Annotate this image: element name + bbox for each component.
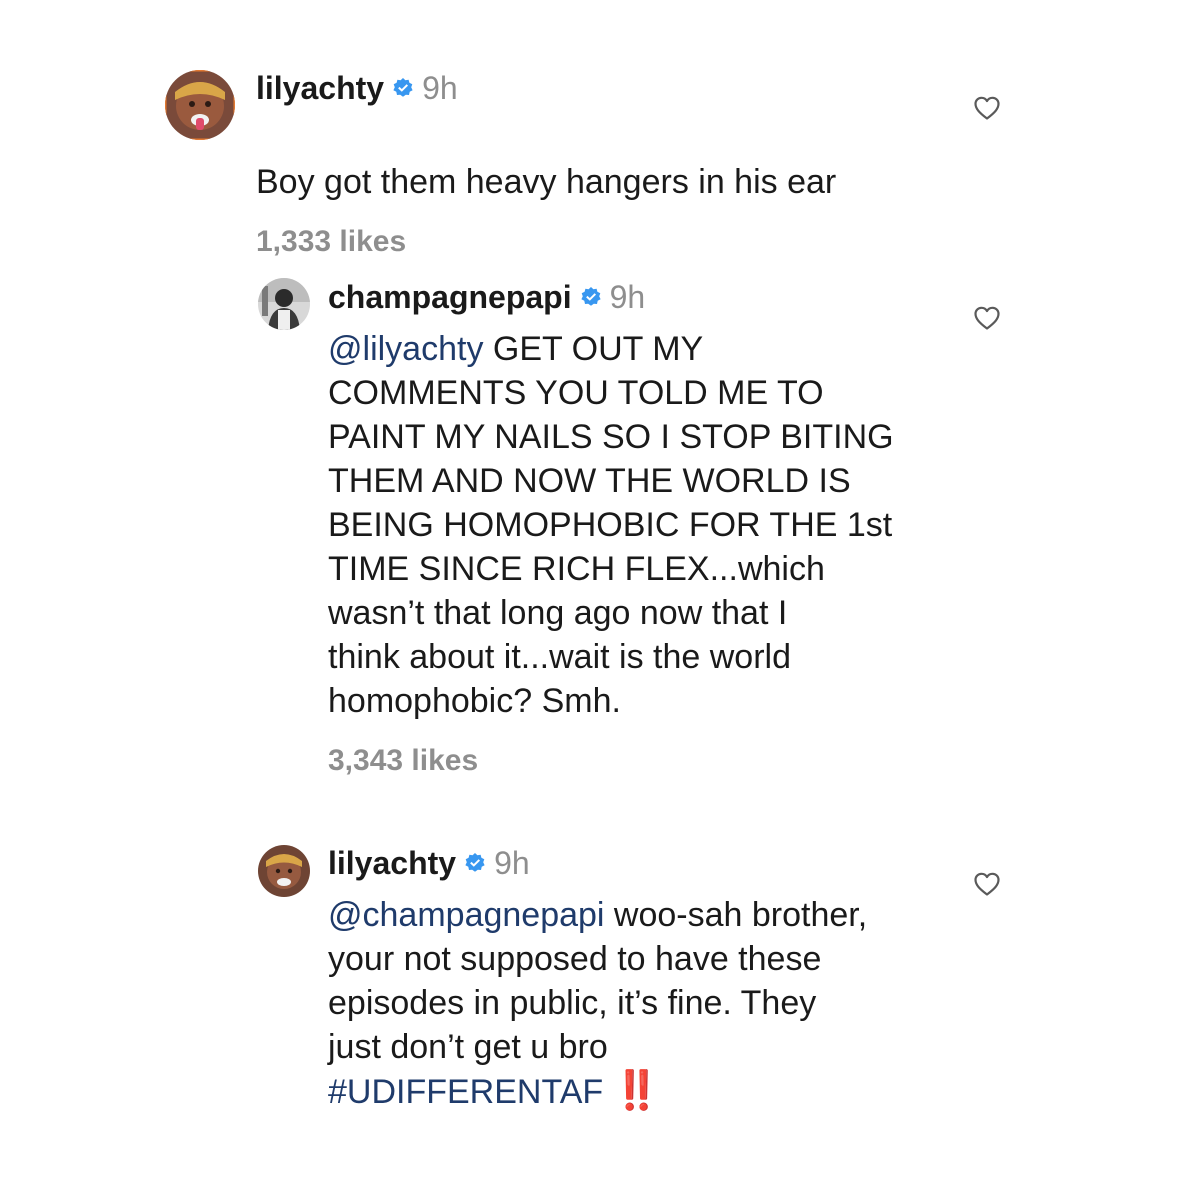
avatar[interactable]	[258, 845, 310, 897]
hashtag-link[interactable]: #UDIFFERENTAF	[328, 1073, 603, 1111]
comment-header: lilyachty 9h	[328, 843, 968, 883]
heart-icon[interactable]	[973, 871, 1001, 897]
lilyachty-avatar-image	[258, 845, 310, 897]
username[interactable]: lilyachty	[328, 843, 456, 883]
comment-text: @champagnepapi woo-sah brother, your not…	[328, 893, 968, 1114]
timestamp: 9h	[494, 845, 530, 881]
comment-body: lilyachty 9h @champagnepapi woo-sah brot…	[328, 843, 968, 1114]
double-exclamation-emoji: ‼️	[613, 1070, 661, 1112]
verified-badge-icon	[464, 852, 486, 874]
comment-3: lilyachty 9h @champagnepapi woo-sah brot…	[0, 0, 1200, 1181]
mention-link[interactable]: @champagnepapi	[328, 896, 604, 934]
